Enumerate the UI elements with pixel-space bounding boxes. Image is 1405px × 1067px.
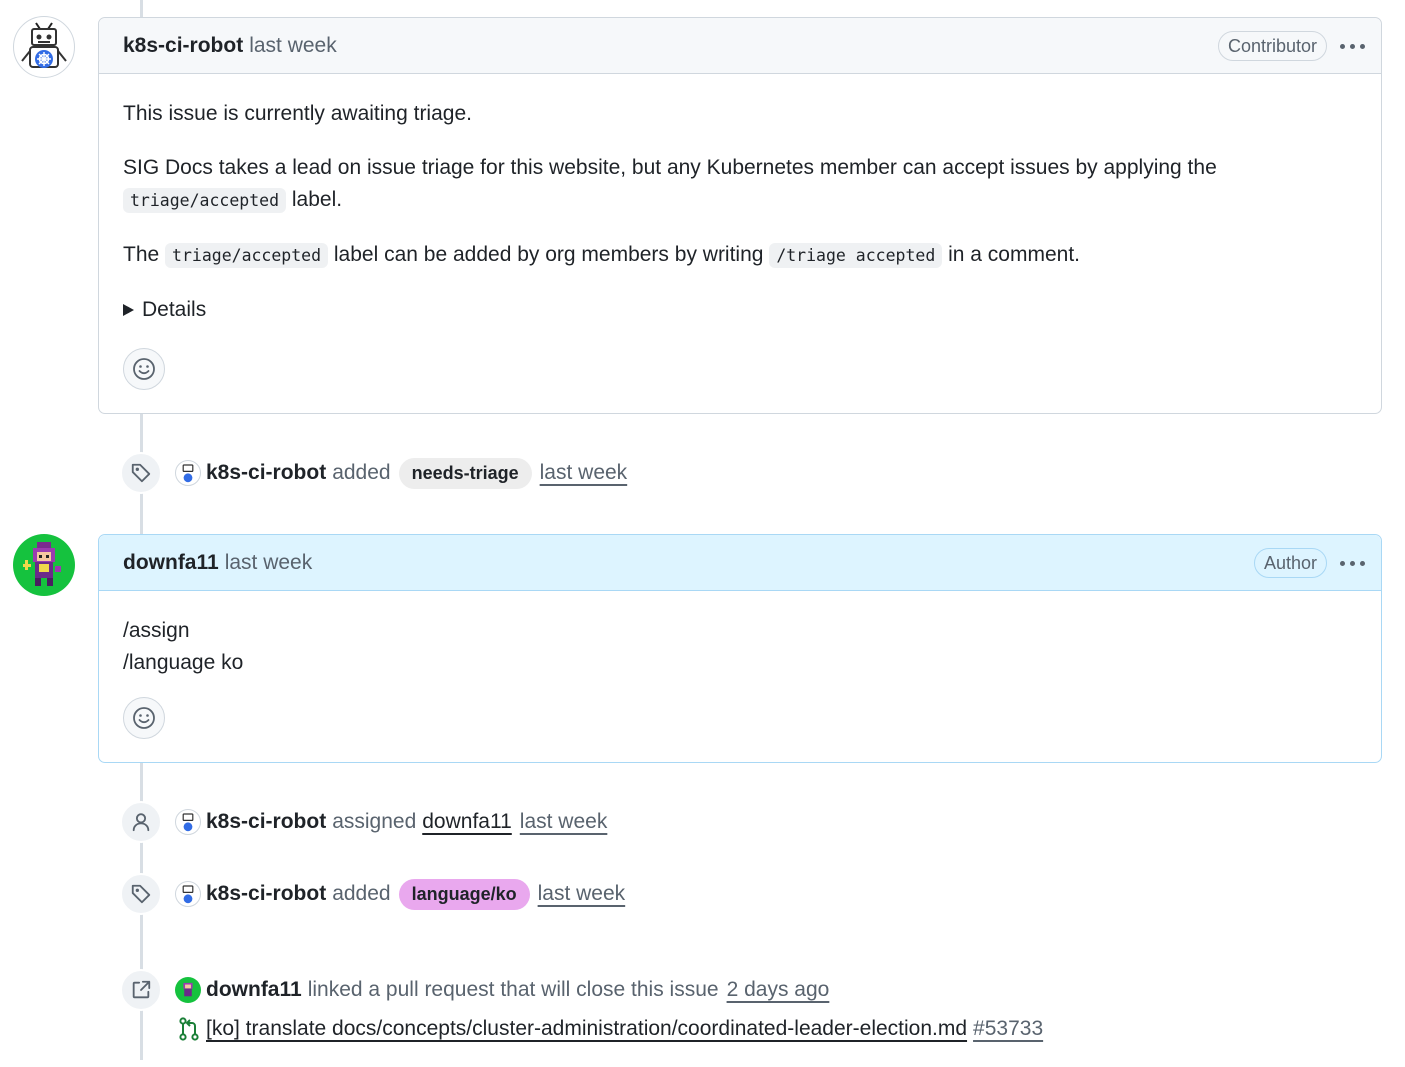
event-action: added <box>332 461 391 484</box>
comment-line: /assign <box>123 619 190 642</box>
comment-paragraph: SIG Docs takes a lead on issue triage fo… <box>123 152 1357 217</box>
paragraph-text: label. <box>291 188 343 211</box>
link-external-icon <box>120 969 162 1011</box>
robot-avatar-icon[interactable] <box>175 881 201 907</box>
tag-icon <box>120 873 162 915</box>
comment-timestamp[interactable]: last week <box>249 34 337 58</box>
event-action: added <box>332 882 391 905</box>
add-reaction-button[interactable] <box>123 348 165 390</box>
comment-paragraph: This issue is currently awaiting triage. <box>123 102 472 125</box>
event-timestamp[interactable]: 2 days ago <box>727 978 830 1002</box>
event-action: assigned <box>332 810 417 833</box>
more-options-icon[interactable] <box>1337 551 1367 575</box>
more-options-icon[interactable] <box>1337 34 1367 58</box>
comment-paragraph: /assign /language ko <box>123 615 1357 679</box>
comment-paragraph: The triage/accepted label can be added b… <box>123 239 1357 272</box>
timeline-event: downfa11 linked a pull request that will… <box>120 969 829 1011</box>
timeline-line <box>140 0 143 17</box>
paragraph-text: label can be added by org members by wri… <box>333 243 764 266</box>
tag-icon <box>120 452 162 494</box>
event-timestamp[interactable]: last week <box>520 810 608 834</box>
pixel-character-avatar-icon[interactable] <box>175 977 201 1003</box>
comment-line: /language ko <box>123 651 244 674</box>
event-timestamp[interactable]: last week <box>538 882 626 906</box>
paragraph-text: The <box>123 243 160 266</box>
comment-author[interactable]: downfa11 <box>123 551 219 575</box>
issue-comment: downfa11 last week Author /assign /langu… <box>98 534 1382 763</box>
comment-header: k8s-ci-robot last week Contributor <box>99 18 1381 74</box>
paragraph-text: SIG Docs takes a lead on issue triage fo… <box>123 156 1217 179</box>
comment-author[interactable]: k8s-ci-robot <box>123 34 243 58</box>
event-action: linked a pull request that will close th… <box>307 978 719 1001</box>
smiley-icon <box>133 358 155 380</box>
event-actor[interactable]: k8s-ci-robot <box>206 882 326 906</box>
details-label: Details <box>142 298 207 321</box>
robot-avatar-icon[interactable] <box>175 809 201 835</box>
role-badge: Contributor <box>1217 31 1327 61</box>
event-timestamp[interactable]: last week <box>540 461 628 485</box>
triangle-right-icon <box>123 304 134 316</box>
details-toggle[interactable]: Details <box>123 294 1357 326</box>
robot-avatar-icon[interactable] <box>175 460 201 486</box>
smiley-icon <box>133 707 155 729</box>
timeline-event: k8s-ci-robot assigned downfa11 last week <box>120 801 607 843</box>
pull-request-number[interactable]: #53733 <box>973 1017 1043 1041</box>
pixel-character-avatar-icon <box>23 542 61 586</box>
event-actor[interactable]: downfa11 <box>206 978 302 1002</box>
event-actor[interactable]: k8s-ci-robot <box>206 461 326 485</box>
event-actor[interactable]: k8s-ci-robot <box>206 810 326 834</box>
timeline-event: k8s-ci-robot added needs-triage last wee… <box>120 452 627 494</box>
role-badge: Author <box>1253 548 1327 578</box>
avatar[interactable] <box>13 16 75 78</box>
comment-header: downfa11 last week Author <box>99 535 1381 591</box>
comment-body: /assign /language ko <box>99 591 1381 739</box>
timeline-event: k8s-ci-robot added language/ko last week <box>120 873 625 915</box>
issue-comment: k8s-ci-robot last week Contributor This … <box>98 17 1382 414</box>
paragraph-text: in a comment. <box>948 243 1080 266</box>
comment-body: This issue is currently awaiting triage.… <box>99 74 1381 390</box>
pull-request-title[interactable]: [ko] translate docs/concepts/cluster-adm… <box>206 1017 967 1041</box>
git-pull-request-icon <box>179 1017 199 1041</box>
comment-timestamp[interactable]: last week <box>225 551 313 575</box>
label-needs-triage[interactable]: needs-triage <box>398 457 532 489</box>
assignee-link[interactable]: downfa11 <box>422 810 512 834</box>
inline-code: triage/accepted <box>165 243 329 268</box>
add-reaction-button[interactable] <box>123 697 165 739</box>
linked-pull-request[interactable]: [ko] translate docs/concepts/cluster-adm… <box>178 1017 1043 1041</box>
robot-avatar-icon <box>21 22 67 68</box>
inline-code: triage/accepted <box>123 188 287 213</box>
person-icon <box>120 801 162 843</box>
label-language-ko[interactable]: language/ko <box>398 878 530 910</box>
avatar[interactable] <box>13 534 75 596</box>
inline-code: /triage accepted <box>769 243 943 268</box>
